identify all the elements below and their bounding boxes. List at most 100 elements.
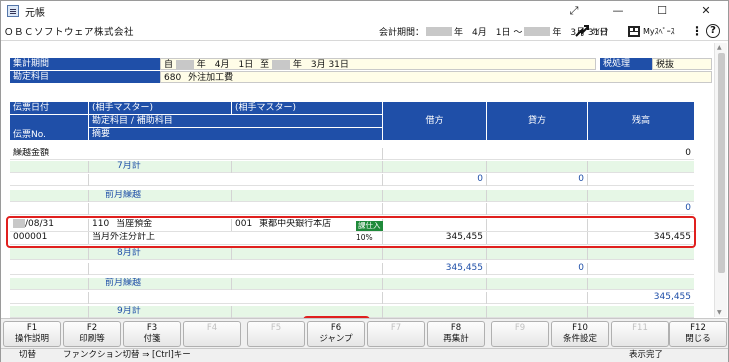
close-button[interactable]: ✕ [684,1,728,21]
f12-label: 閉じる [685,334,711,344]
quick-button[interactable]: ｸｲｯｸ [575,21,608,41]
f3-button[interactable]: F3 付箋 [123,321,181,347]
f11-key: F11 [632,323,648,333]
month8-credit: 0 [487,263,588,275]
month8-debit: 345,455 [383,263,487,275]
f1-button[interactable]: F1 操作説明 [3,321,61,347]
f12-key: F12 [690,323,706,333]
fkey-mode-toggle[interactable]: 切替 [19,349,36,362]
f12-button[interactable]: F12 閉じる [669,321,727,347]
help-icon[interactable]: ? [706,24,720,38]
ledger-window: 元帳 ⤢ — ☐ ✕ ＯＢＣソフトウェア株式会社 会計期間： 年 4月 1日 ～… [0,0,729,362]
myspace-label: Myｽﾍﾟｰｽ [643,26,675,36]
table-row[interactable]: 0 0 [10,174,694,186]
scroll-thumb[interactable] [718,53,725,273]
f4-button: F4 [183,321,241,347]
fiscal-period-from: 年 4月 1日 ～ [454,27,523,38]
f1-label: 操作説明 [14,334,49,344]
period-label: 集計期間 [10,58,160,70]
month7-credit: 0 [487,174,588,186]
table-row[interactable]: 前月繰越 [10,190,694,202]
f7-key: F7 [390,323,402,333]
month9-label: 9月計 [89,306,232,318]
f11-button: F11 [611,321,669,347]
ledger-app-icon [7,5,19,17]
col-slip-no[interactable]: 伝票No. [10,115,89,141]
f4-key: F4 [206,323,218,333]
f6-jump-button[interactable]: F6 ジャンプ [307,321,365,347]
maximize-button[interactable]: ☐ [640,1,684,21]
f10-key: F10 [572,323,588,333]
f10-button[interactable]: F10 条件設定 [551,321,609,347]
f1-key: F1 [26,323,38,333]
col-partner2[interactable]: (相手マスター) [232,102,383,115]
prev-carry-balance: 0 [685,203,691,213]
title-bar: 元帳 ⤢ — ☐ ✕ [1,1,728,21]
col-balance[interactable]: 残高 [588,102,694,141]
table-row[interactable]: 0 [10,203,694,215]
f9-key: F9 [514,323,526,333]
f2-label: 印刷等 [79,334,105,344]
table-row[interactable]: 前月繰越 [10,278,694,290]
f3-label: 付箋 [143,334,161,344]
table-row[interactable]: 345,455 [10,292,694,304]
table-row[interactable]: 8月計 [10,248,694,260]
expand-icon[interactable]: ⤢ [552,1,596,21]
col-partner1[interactable]: (相手マスター) [89,102,232,115]
f6-label: ジャンプ [319,334,353,344]
myspace-button[interactable]: Myｽﾍﾟｰｽ [628,21,675,41]
quick-arrow-icon [575,25,589,37]
scroll-down-icon[interactable]: ▼ [717,309,722,316]
account-code: 680 [164,73,182,83]
vertical-scrollbar[interactable]: ▲ ▼ [714,43,727,317]
status-bar: 切替 ファンクション切替 ⇒ [Ctrl]キー 表示完了 [1,348,728,362]
f6-key: F6 [330,323,342,333]
tax-label: 税処理 [600,58,652,70]
prev-carry-balance-2: 345,455 [653,292,691,302]
f7-button: F7 [367,321,425,347]
period-start-prefix: 自 [164,60,174,70]
tax-value: 税抜 [652,58,712,70]
table-row[interactable]: 繰越金額 0 [10,148,694,160]
col-debit[interactable]: 借方 [383,102,487,141]
prev-carry-label: 前月繰越 [89,190,232,202]
masked-year-to [524,26,551,36]
scroll-up-icon[interactable]: ▲ [717,44,722,51]
f8-label: 再集計 [443,334,469,344]
account-label: 勘定科目 [10,71,160,83]
month8-label: 8月計 [89,248,232,260]
quick-label: ｸｲｯｸ [592,26,608,36]
minimize-button[interactable]: — [596,1,640,21]
masked-year-from [426,26,453,36]
f2-key: F2 [86,323,98,333]
col-summary[interactable]: 摘要 [89,128,383,141]
status-state: 表示完了 [629,350,664,360]
window-title: 元帳 [25,7,45,19]
col-account[interactable]: 勘定科目 / 補助科目 [89,115,383,128]
f3-key: F3 [146,323,158,333]
more-menu-icon[interactable]: ⋮ [691,24,703,38]
period-sep: 至 [260,60,270,70]
period-end: 年 3月 31日 [292,60,349,70]
window-controls: ⤢ — ☐ ✕ [552,1,728,21]
carry-label: 繰越金額 [10,148,383,160]
carry-balance: 0 [685,148,691,158]
f2-button[interactable]: F2 印刷等 [63,321,121,347]
f10-label: 条件設定 [562,334,597,344]
month7-debit: 0 [383,174,487,186]
highlight-entry-box [6,216,696,248]
period-start: 年 4月 1日 [196,60,254,70]
table-row[interactable]: 7月計 [10,161,694,173]
account-name: 外注加工費 [188,73,234,83]
status-hint: ファンクション切替 ⇒ [Ctrl]キー [63,350,191,360]
col-credit[interactable]: 貸方 [487,102,588,141]
table-row[interactable]: 345,455 0 [10,263,694,275]
fiscal-period: 会計期間： 年 4月 1日 ～ 年 3月 31日 [379,21,608,41]
info-bar: ＯＢＣソフトウェア株式会社 会計期間： 年 4月 1日 ～ 年 3月 31日 ｸ… [1,21,728,41]
col-date[interactable]: 伝票日付 [10,102,89,115]
company-name: ＯＢＣソフトウェア株式会社 [4,26,135,38]
function-key-bar: F1 操作説明 F2 印刷等 F3 付箋 F4 F5 F6 ジャンプ F7 F8 再集計 … [1,318,728,348]
f5-button: F5 [247,321,305,347]
masked-year-end [271,60,290,69]
f8-button[interactable]: F8 再集計 [427,321,485,347]
